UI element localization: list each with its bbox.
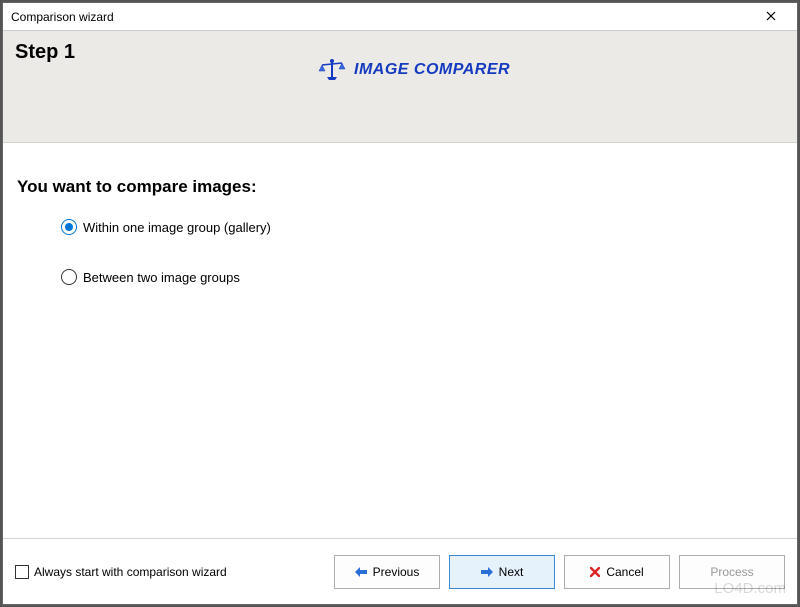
titlebar: Comparison wizard [3, 3, 797, 31]
radio-within-one-group[interactable]: Within one image group (gallery) [61, 219, 783, 235]
button-label: Process [710, 565, 753, 579]
app-logo: IMAGE COMPARER [318, 59, 510, 81]
scales-icon [318, 59, 346, 81]
checkbox-label: Always start with comparison wizard [34, 565, 227, 579]
compare-mode-radio-group: Within one image group (gallery) Between… [61, 219, 783, 285]
close-button[interactable] [753, 4, 789, 30]
process-button[interactable]: Process [679, 555, 785, 589]
radio-label: Between two image groups [83, 270, 240, 285]
window-title: Comparison wizard [11, 10, 114, 24]
step-title: Step 1 [15, 41, 75, 64]
content-area: You want to compare images: Within one i… [3, 143, 797, 537]
radio-label: Within one image group (gallery) [83, 220, 271, 235]
button-label: Cancel [606, 565, 643, 579]
arrow-left-icon [355, 567, 367, 577]
wizard-window: Comparison wizard Step 1 IMAGE COMPARER [2, 2, 798, 605]
button-label: Next [499, 565, 524, 579]
next-button[interactable]: Next [449, 555, 555, 589]
radio-icon [61, 269, 77, 285]
previous-button[interactable]: Previous [334, 555, 440, 589]
cancel-button[interactable]: Cancel [564, 555, 670, 589]
close-icon [766, 9, 776, 24]
x-icon [590, 567, 600, 577]
radio-dot-icon [65, 223, 73, 231]
radio-icon [61, 219, 77, 235]
checkbox-icon [15, 565, 29, 579]
header-area: Step 1 IMAGE COMPARER [3, 31, 797, 143]
arrow-right-icon [481, 567, 493, 577]
footer-area: Always start with comparison wizard Prev… [3, 538, 797, 604]
buttons-area: Previous Next Cancel Process [334, 555, 785, 589]
always-start-checkbox[interactable]: Always start with comparison wizard [15, 565, 227, 579]
logo-text: IMAGE COMPARER [354, 61, 510, 79]
content-heading: You want to compare images: [17, 177, 783, 197]
button-label: Previous [373, 565, 420, 579]
radio-between-two-groups[interactable]: Between two image groups [61, 269, 783, 285]
